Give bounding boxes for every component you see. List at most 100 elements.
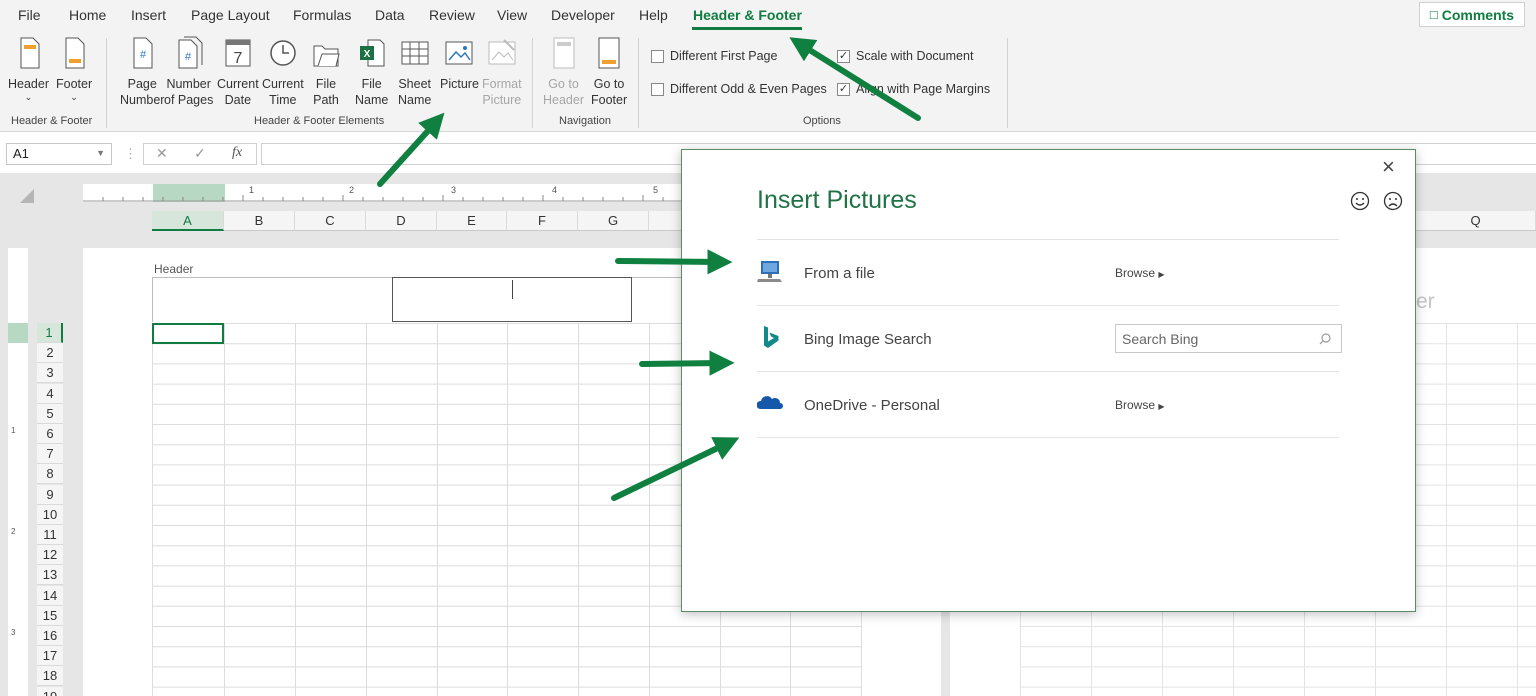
page-number-label-1: Page — [127, 77, 157, 91]
column-header-d[interactable]: D — [366, 211, 437, 231]
tab-view[interactable]: View — [497, 7, 527, 23]
vertical-ruler: 1 2 3 — [8, 248, 28, 696]
column-header-f[interactable]: F — [507, 211, 578, 231]
different-first-page-checkbox[interactable]: Different First Page — [651, 49, 777, 63]
tab-review[interactable]: Review — [429, 7, 475, 23]
row-header[interactable]: 14 — [37, 585, 63, 606]
row-header[interactable]: 16 — [37, 626, 63, 646]
column-header-c[interactable]: C — [295, 211, 366, 231]
group-label-navigation: Navigation — [559, 115, 611, 127]
smiley-icon[interactable] — [1350, 191, 1370, 211]
from-file-row[interactable]: From a file Browse ▶ — [757, 239, 1339, 305]
file-name-label-1: File — [361, 77, 382, 91]
row-header[interactable]: 8 — [37, 464, 63, 485]
number-of-pages-icon: # — [178, 36, 203, 69]
column-header-a[interactable]: A — [152, 211, 224, 231]
tab-file[interactable]: File — [18, 7, 41, 23]
onedrive-browse-link[interactable]: Browse ▶ — [1115, 398, 1165, 412]
row-header[interactable]: 13 — [37, 565, 63, 586]
enter-checkmark-icon[interactable]: ✓ — [194, 145, 206, 162]
column-header-g[interactable]: G — [578, 211, 649, 231]
align-with-margins-checkbox[interactable]: ✓ Align with Page Margins — [837, 82, 990, 96]
sheet-grid-icon — [401, 41, 429, 65]
row-header[interactable]: 12 — [37, 545, 63, 566]
row-header[interactable]: 18 — [37, 666, 63, 687]
group-label-header-footer: Header & Footer — [11, 115, 93, 127]
page-right-header-placeholder: er — [1416, 290, 1435, 313]
splitter-dots-icon: ⋮ — [124, 146, 137, 161]
tab-help[interactable]: Help — [639, 7, 668, 23]
checkbox-box — [651, 49, 664, 63]
active-cell-a1[interactable] — [152, 323, 224, 344]
from-file-browse-link[interactable]: Browse ▶ — [1115, 266, 1165, 280]
group-label-elements: Header & Footer Elements — [254, 115, 385, 127]
comment-icon: □ — [1429, 7, 1438, 22]
sheet-name-button[interactable]: Sheet Name — [398, 36, 431, 108]
browse-label: Browse — [1115, 398, 1156, 412]
different-odd-even-checkbox[interactable]: Different Odd & Even Pages — [651, 82, 827, 96]
row-header[interactable]: 9 — [37, 484, 63, 505]
tab-page-layout[interactable]: Page Layout — [191, 7, 270, 23]
cancel-icon[interactable]: ✕ — [156, 145, 168, 162]
file-path-label-2: Path — [313, 93, 339, 107]
page-number-button[interactable]: # Page Number — [120, 36, 164, 108]
bing-search-label: Bing Image Search — [804, 331, 932, 348]
picture-icon — [445, 41, 473, 65]
picture-button[interactable]: Picture — [440, 36, 479, 92]
go-to-footer-label-2: Footer — [591, 93, 628, 107]
comments-button[interactable]: □ Comments — [1419, 2, 1525, 27]
column-header-e[interactable]: E — [437, 211, 507, 231]
format-picture-button[interactable]: Format Picture — [482, 36, 522, 108]
checkmark-icon: ✓ — [837, 82, 850, 96]
header-button[interactable]: Header ⌄ — [8, 36, 49, 102]
row-header[interactable]: 10 — [37, 504, 63, 525]
tab-formulas[interactable]: Formulas — [293, 7, 351, 23]
tab-header-footer[interactable]: Header & Footer — [693, 7, 802, 23]
go-to-footer-button[interactable]: Go to Footer — [591, 36, 627, 108]
row-header[interactable]: 7 — [37, 444, 63, 465]
column-header-h[interactable] — [649, 211, 683, 231]
tab-developer[interactable]: Developer — [551, 7, 615, 23]
row-header[interactable]: 15 — [37, 605, 63, 626]
number-of-pages-label-2: of Pages — [164, 93, 214, 107]
onedrive-row[interactable]: OneDrive - Personal Browse ▶ — [757, 371, 1339, 438]
column-header-q[interactable]: Q — [1416, 211, 1536, 231]
search-icon[interactable] — [1319, 333, 1331, 345]
row-header[interactable]: 19 — [37, 686, 63, 696]
different-first-page-label: Different First Page — [670, 49, 778, 63]
insert-function-icon[interactable]: fx — [232, 145, 242, 161]
tab-data[interactable]: Data — [375, 7, 405, 23]
current-time-button[interactable]: Current Time — [262, 36, 304, 108]
current-date-button[interactable]: 7 Current Date — [217, 36, 259, 108]
close-button[interactable]: × — [1382, 154, 1395, 180]
row-header[interactable]: 2 — [37, 343, 63, 364]
bing-icon — [764, 326, 779, 348]
number-of-pages-button[interactable]: # Number of Pages — [164, 36, 213, 108]
file-path-button[interactable]: File Path — [312, 36, 340, 108]
file-name-button[interactable]: X File Name — [355, 36, 388, 108]
row-header[interactable]: 3 — [37, 363, 63, 384]
tab-home[interactable]: Home — [69, 7, 106, 23]
row-header[interactable]: 17 — [37, 646, 63, 667]
tab-insert[interactable]: Insert — [131, 7, 166, 23]
name-box[interactable]: A1 ▼ — [6, 143, 112, 165]
row-header[interactable]: 5 — [37, 403, 63, 424]
calendar-icon: 7 — [225, 39, 251, 67]
svg-text:#: # — [140, 49, 147, 61]
row-header[interactable]: 6 — [37, 424, 63, 444]
clock-icon — [270, 40, 296, 66]
footer-button[interactable]: Footer ⌄ — [56, 36, 92, 102]
header-center-section[interactable] — [392, 277, 632, 322]
go-to-header-button[interactable]: Go to Header — [543, 36, 584, 108]
row-header[interactable]: 4 — [37, 383, 63, 404]
scale-with-document-checkbox[interactable]: ✓ Scale with Document — [837, 49, 973, 63]
svg-text:#: # — [185, 51, 192, 63]
column-header-b[interactable]: B — [224, 211, 295, 231]
from-file-label: From a file — [804, 265, 875, 282]
bing-search-input[interactable]: Search Bing — [1115, 324, 1342, 353]
frown-icon[interactable] — [1383, 191, 1403, 211]
row-header[interactable]: 1 — [37, 323, 63, 343]
row-header[interactable]: 11 — [37, 525, 63, 545]
select-all-icon[interactable] — [18, 187, 36, 205]
format-picture-label-1: Format — [482, 77, 522, 91]
